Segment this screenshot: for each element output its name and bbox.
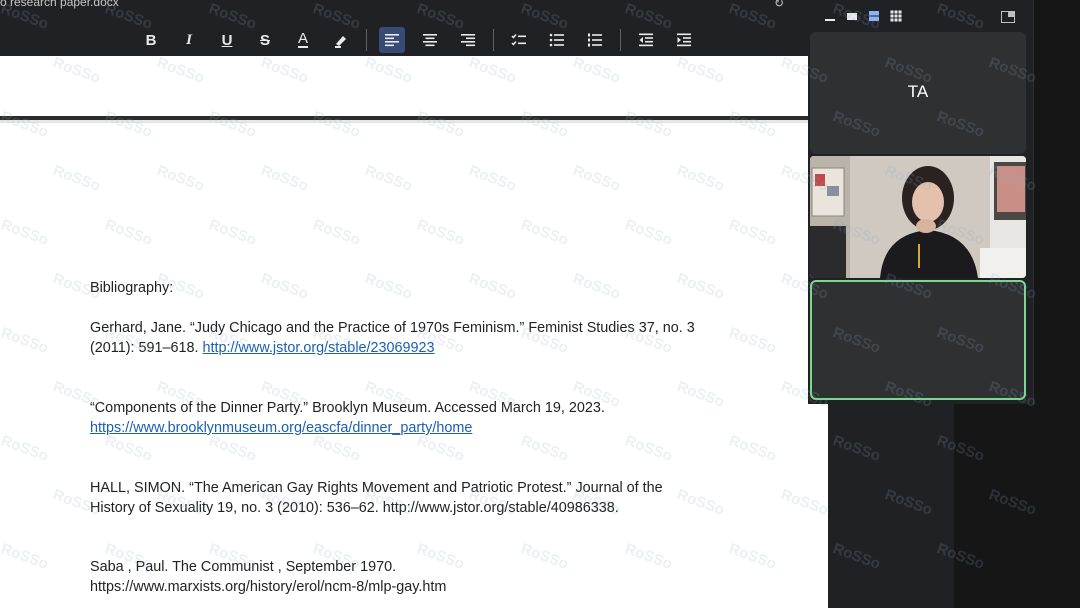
entry-line: Gerhard, Jane. “Judy Chicago and the Pra…	[90, 320, 695, 336]
align-left-button[interactable]	[379, 27, 405, 53]
italic-icon: I	[186, 31, 192, 48]
speaker-view-icon	[847, 13, 857, 20]
minimize-icon	[825, 19, 835, 21]
previous-page-bottom	[0, 56, 808, 116]
decrease-indent-icon	[639, 33, 653, 47]
history-icon[interactable]: ↻	[774, 0, 784, 10]
participant-initials: TA	[907, 82, 929, 101]
bold-button[interactable]: B	[138, 27, 164, 53]
strip-view-icon	[869, 11, 879, 21]
side-gutter	[828, 402, 954, 608]
toolbar-divider	[620, 29, 621, 51]
increase-indent-icon	[677, 33, 691, 47]
entry-line: “Components of the Dinner Party.” Brookl…	[90, 400, 605, 416]
checklist-icon	[511, 34, 526, 46]
document-toolbar-area: o research paper.docx ↻ B I U S A	[0, 0, 808, 56]
entry-line: HALL, SIMON. “The American Gay Rights Mo…	[90, 480, 663, 496]
align-center-icon	[423, 34, 437, 47]
strikethrough-button[interactable]: S	[252, 27, 278, 53]
bibliography-entry: “Components of the Dinner Party.” Brookl…	[90, 398, 605, 438]
speaker-view-button[interactable]	[846, 10, 858, 22]
toolbar-divider	[366, 29, 367, 51]
entry-line: History of Sexuality 19, no. 3 (2010): 5…	[90, 500, 619, 516]
document-page[interactable]	[0, 123, 828, 608]
underline-button[interactable]: U	[214, 27, 240, 53]
document-canvas[interactable]: Bibliography: Gerhard, Jane. “Judy Chica…	[0, 56, 828, 608]
formatting-toolbar: B I U S A	[138, 26, 709, 54]
text-color-icon: A	[297, 30, 308, 48]
bibliography-entry: Gerhard, Jane. “Judy Chicago and the Pra…	[90, 318, 695, 358]
entry-text: (2011): 591–618.	[90, 340, 203, 356]
align-left-icon	[385, 34, 399, 47]
entry-line: https://www.marxists.org/history/erol/nc…	[90, 579, 447, 595]
document-title: o research paper.docx	[0, 0, 119, 9]
highlight-button[interactable]	[328, 27, 354, 53]
increase-indent-button[interactable]	[671, 27, 697, 53]
strip-view-button[interactable]	[868, 10, 880, 22]
underline-icon: U	[221, 31, 233, 49]
strikethrough-icon: S	[259, 31, 270, 49]
decrease-indent-button[interactable]	[633, 27, 659, 53]
layout-controls	[824, 10, 902, 22]
align-right-button[interactable]	[455, 27, 481, 53]
participant-video-tile[interactable]	[810, 156, 1026, 278]
pop-out-icon[interactable]	[1001, 10, 1015, 23]
jstor-link[interactable]: http://www.jstor.org/stable/23069923	[203, 340, 435, 356]
active-speaker-tile[interactable]	[810, 280, 1026, 400]
bullet-list-button[interactable]	[544, 27, 570, 53]
participant-video	[810, 156, 1026, 278]
grid-view-button[interactable]	[890, 10, 902, 22]
highlighter-icon	[335, 36, 346, 48]
align-center-button[interactable]	[417, 27, 443, 53]
toolbar-divider	[493, 29, 494, 51]
brooklyn-museum-link[interactable]: https://www.brooklynmuseum.org/eascfa/di…	[90, 418, 605, 438]
bibliography-entry: Saba , Paul. The Communist , September 1…	[90, 557, 446, 597]
meeting-panel: TA	[808, 0, 1034, 404]
bullet-list-icon	[549, 33, 564, 47]
bibliography-entry: HALL, SIMON. “The American Gay Rights Mo…	[90, 478, 663, 518]
bibliography-heading: Bibliography:	[90, 280, 174, 296]
checklist-button[interactable]	[506, 27, 532, 53]
minimize-button[interactable]	[824, 10, 836, 22]
italic-button[interactable]: I	[176, 27, 202, 53]
numbered-list-button[interactable]	[582, 27, 608, 53]
text-color-button[interactable]: A	[290, 27, 316, 53]
numbered-list-icon	[588, 33, 602, 47]
bold-icon: B	[145, 31, 157, 49]
entry-line: (2011): 591–618. http://www.jstor.org/st…	[90, 338, 695, 358]
grid-view-icon	[890, 10, 902, 22]
entry-line: Saba , Paul. The Communist , September 1…	[90, 559, 397, 575]
screen: o research paper.docx ↻ B I U S A Biblio…	[0, 0, 1080, 608]
align-right-icon	[461, 34, 475, 47]
participant-tile[interactable]: TA	[810, 32, 1026, 154]
